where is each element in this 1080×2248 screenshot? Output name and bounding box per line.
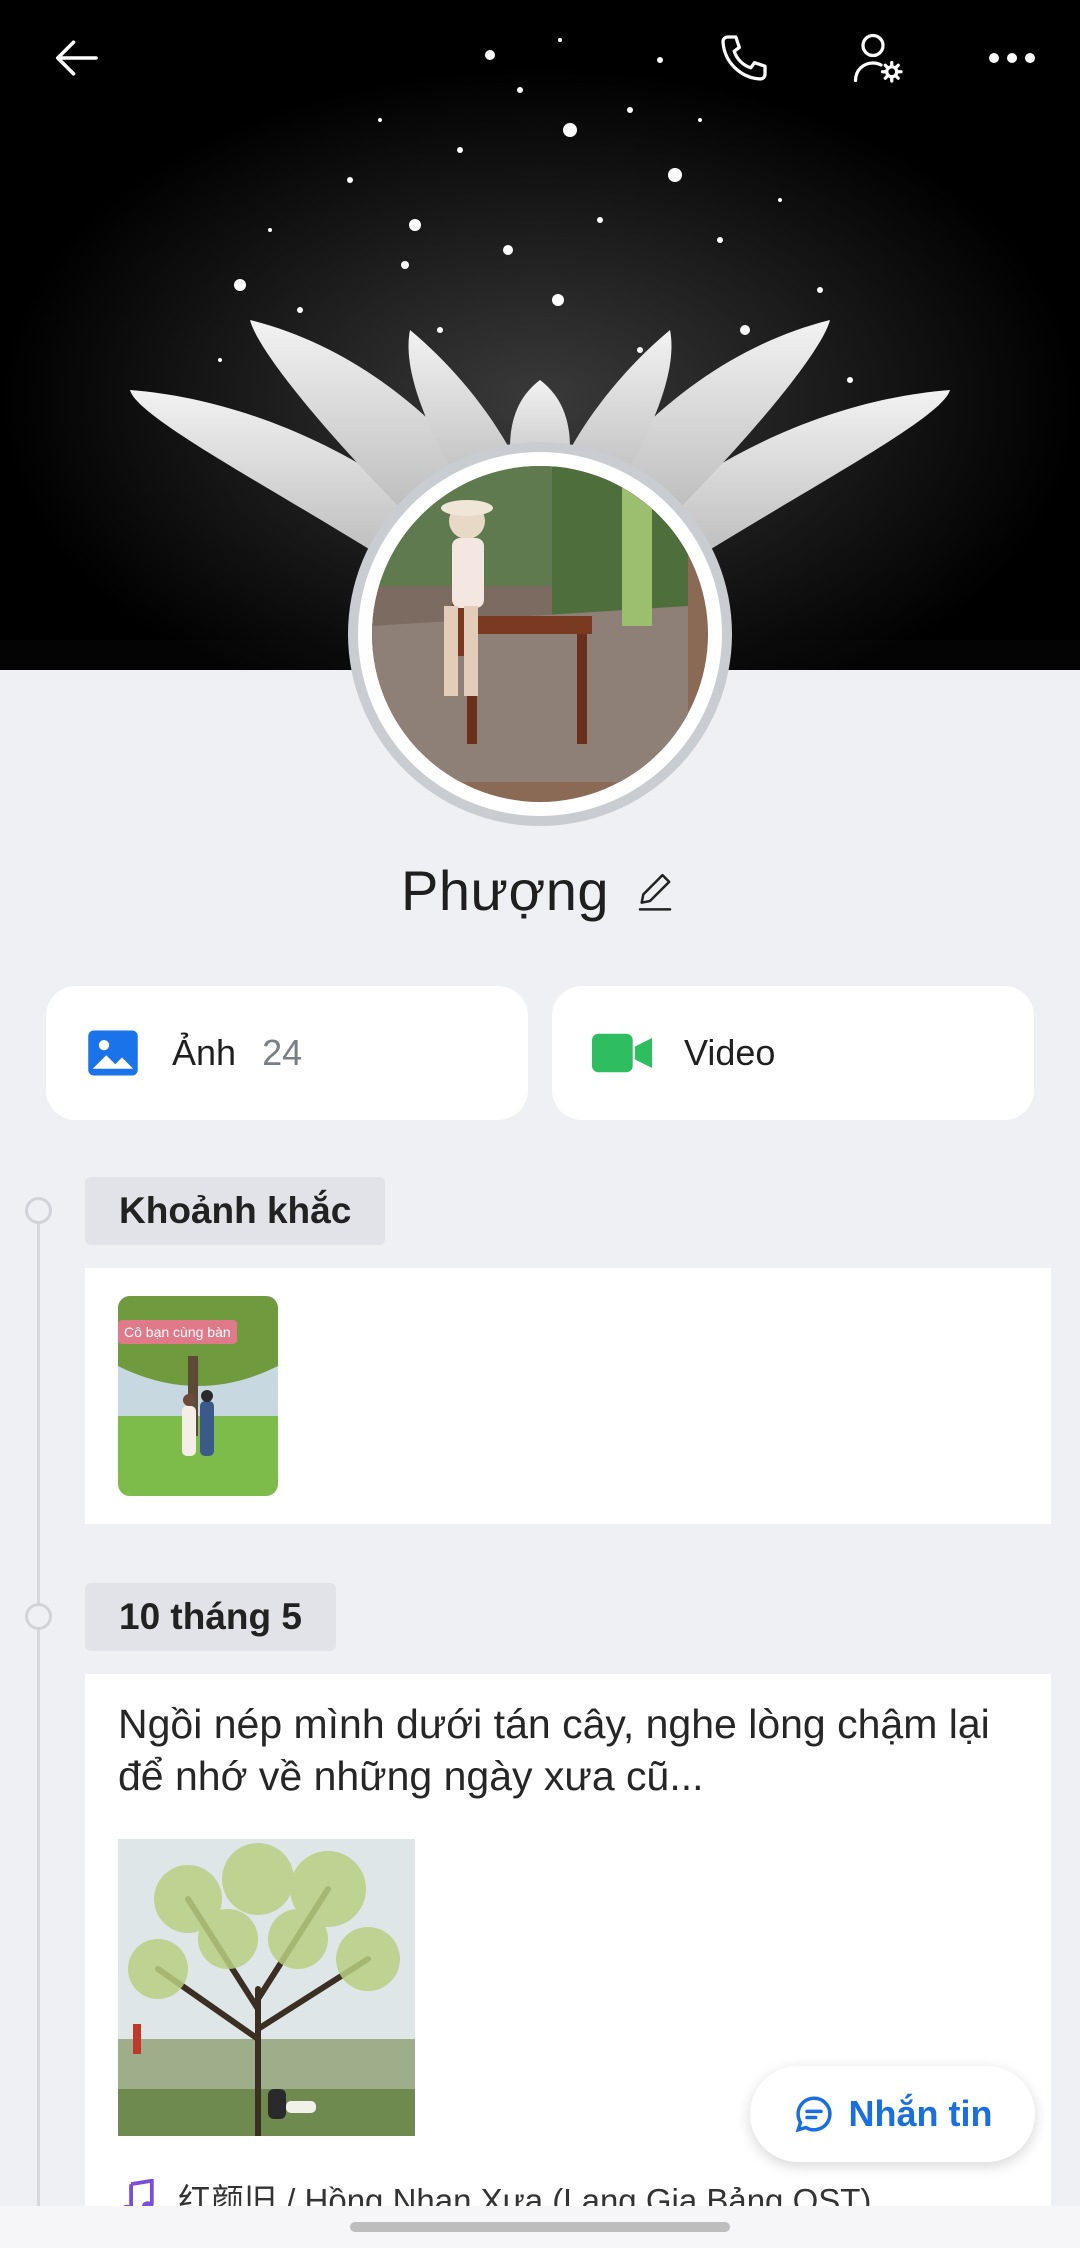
avatar-photo (372, 466, 708, 802)
image-icon (88, 1030, 138, 1076)
phone-icon (721, 35, 767, 81)
profile-settings-button[interactable] (838, 18, 918, 98)
videos-label: Video (684, 1032, 776, 1073)
timeline-line (37, 1210, 40, 2248)
message-button[interactable]: Nhắn tin (750, 2066, 1035, 2162)
call-button[interactable] (704, 18, 784, 98)
video-camera-icon (592, 1033, 652, 1073)
moments-tag: Khoảnh khắc (85, 1177, 386, 1245)
message-button-label: Nhắn tin (848, 2093, 993, 2134)
moments-panel: Cô bạn cùng bàn (85, 1268, 1051, 1524)
more-button[interactable] (972, 18, 1052, 98)
videos-card[interactable]: Video (552, 986, 1034, 1120)
post-photo[interactable] (118, 1839, 415, 2136)
profile-name-row: Phượng (0, 858, 1080, 923)
timeline-dot (25, 1197, 52, 1224)
arrow-left-icon (55, 40, 98, 76)
photos-label: Ảnh (172, 1032, 237, 1073)
photos-count: 24 (262, 1032, 303, 1073)
photos-card[interactable]: Ảnh 24 (46, 986, 528, 1120)
home-indicator[interactable] (350, 2222, 730, 2232)
user-gear-icon (853, 33, 903, 83)
timeline-dot (25, 1603, 52, 1630)
more-horizontal-icon (989, 53, 1035, 63)
chat-bubble-icon (795, 2096, 832, 2133)
avatar[interactable] (348, 442, 732, 826)
moment-sticker: Cô bạn cùng bàn (118, 1320, 237, 1344)
back-button[interactable] (38, 18, 118, 98)
post-date-tag: 10 tháng 5 (85, 1583, 336, 1651)
pencil-icon (638, 873, 672, 911)
post-text: Ngồi nép mình dưới tán cây, nghe lòng ch… (118, 1701, 990, 1799)
top-bar (0, 0, 1080, 115)
edit-name-button[interactable] (631, 867, 679, 915)
profile-name: Phượng (401, 859, 609, 922)
